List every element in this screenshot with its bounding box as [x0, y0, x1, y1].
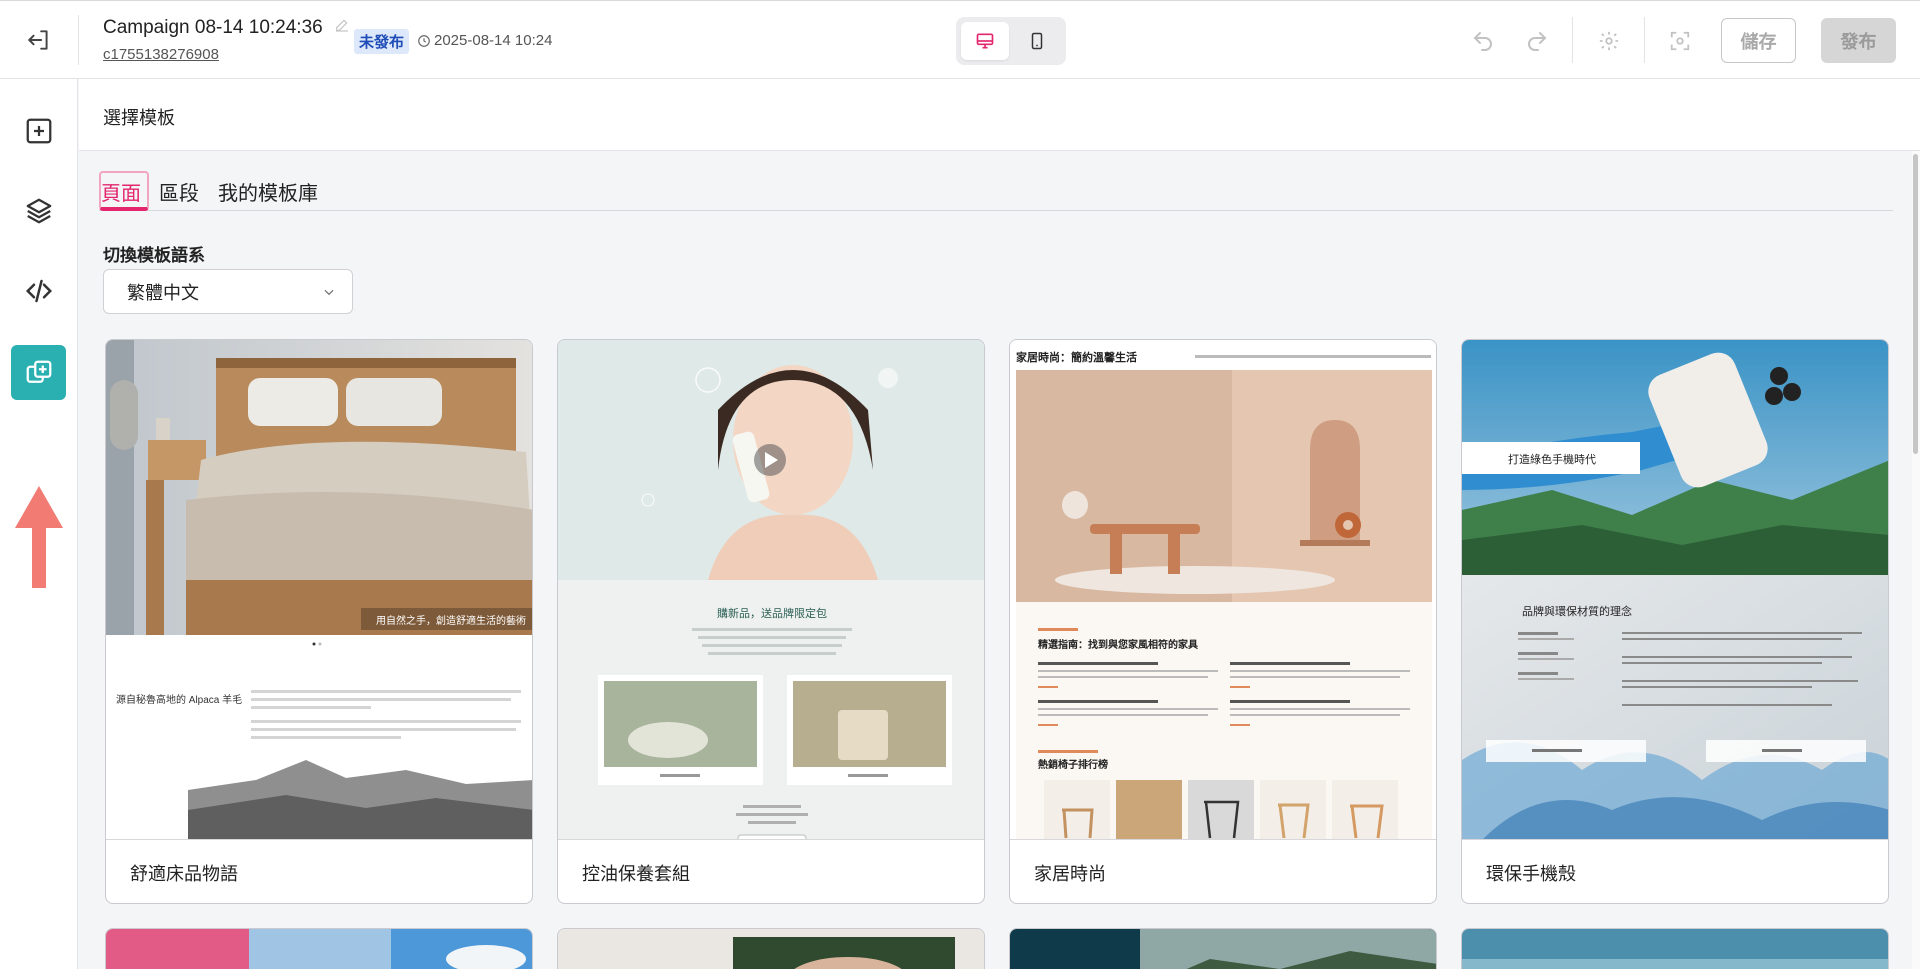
code-icon — [25, 279, 52, 302]
templates-icon — [26, 360, 51, 383]
template-thumbnail: 家居時尚：簡約溫馨生活 精選指南：找到與您家風相符的家具 熱銷椅子排行榜 — [1010, 340, 1436, 840]
layers-icon — [26, 198, 51, 223]
desktop-icon — [976, 33, 994, 49]
panel-header: 選擇模板 — [79, 79, 1920, 151]
add-block-button[interactable] — [11, 103, 66, 158]
home-preview-image: 家居時尚：簡約溫馨生活 精選指南：找到與您家風相符的家具 熱銷椅子排行榜 — [1010, 340, 1436, 839]
template-heading: 品牌與環保材質的理念 — [1522, 604, 1632, 618]
template-thumbnail — [106, 929, 532, 969]
hero-label: 打造綠色手機時代 — [1508, 452, 1596, 466]
mobile-view-button[interactable] — [1013, 22, 1061, 60]
pointer-arrow-icon — [15, 486, 63, 588]
language-label: 切換模板語系 — [103, 246, 205, 265]
save-button[interactable]: 儲存 — [1721, 18, 1796, 63]
ranking-heading: 熱銷椅子排行榜 — [1038, 758, 1108, 771]
template-name: 家居時尚 — [1034, 864, 1106, 884]
exit-button[interactable] — [22, 25, 56, 55]
language-select[interactable]: 繁體中文 — [103, 269, 353, 314]
template-name: 控油保養套組 — [582, 864, 690, 884]
template-tabs: 頁面 區段 我的模板庫 — [99, 171, 1893, 211]
left-rail — [0, 79, 78, 969]
guide-heading: 精選指南：找到與您家風相符的家具 — [1038, 638, 1198, 651]
exit-icon — [28, 30, 48, 50]
content-scrollbar-thumb[interactable] — [1913, 154, 1918, 454]
tab-sections[interactable]: 區段 — [159, 177, 199, 206]
template-card-bedding[interactable]: 用自然之手，創造舒適生活的藝術 源自秘魯高地的 Alpaca 羊毛 舒適床品物語 — [105, 339, 533, 904]
campaign-id-link[interactable]: c1755138276908 — [103, 46, 219, 63]
bedding-preview-image: 用自然之手，創造舒適生活的藝術 源自秘魯高地的 Alpaca 羊毛 — [106, 340, 532, 839]
phone-case-preview-image: 打造綠色手機時代 品牌與環保材質的理念 — [1462, 340, 1888, 839]
screenshot-preview-button[interactable] — [1664, 25, 1696, 57]
gear-icon — [1599, 31, 1619, 51]
edit-icon — [336, 19, 348, 32]
template-thumbnail — [558, 929, 984, 969]
edit-title-button[interactable] — [334, 17, 350, 39]
mobile-icon — [1031, 32, 1043, 50]
template-card-row2-4[interactable] — [1461, 928, 1889, 969]
divider — [1572, 17, 1573, 63]
tab-my-templates[interactable]: 我的模板庫 — [218, 177, 318, 206]
tab-pages[interactable]: 頁面 — [101, 177, 141, 206]
settings-button[interactable] — [1593, 25, 1625, 57]
template-card-eco-phone-case[interactable]: 打造綠色手機時代 品牌與環保材質的理念 環保手機殼 — [1461, 339, 1889, 904]
last-saved-timestamp: 2025-08-14 10:24 — [417, 32, 552, 49]
template-thumbnail: 用自然之手，創造舒適生活的藝術 源自秘魯高地的 Alpaca 羊毛 — [106, 340, 532, 840]
template-card-row2-1[interactable] — [105, 928, 533, 969]
layers-button[interactable] — [11, 183, 66, 238]
divider — [1644, 17, 1645, 63]
divider — [78, 15, 79, 65]
redo-button[interactable] — [1521, 25, 1553, 57]
templates-button[interactable] — [11, 345, 66, 400]
template-heading: 購新品，送品牌限定包 — [717, 606, 827, 620]
top-bar: Campaign 08-14 10:24:36 c1755138276908 未… — [0, 0, 1920, 79]
panel-title: 選擇模板 — [103, 108, 175, 128]
template-thumbnail — [1462, 929, 1888, 969]
template-name: 舒適床品物語 — [130, 864, 238, 884]
history-clock-icon — [418, 34, 430, 47]
device-toggle — [956, 17, 1066, 65]
template-heading: 家居時尚：簡約溫馨生活 — [1016, 350, 1137, 364]
add-block-icon — [26, 118, 51, 143]
timestamp-text: 2025-08-14 10:24 — [434, 32, 553, 49]
template-card-row2-3[interactable] — [1009, 928, 1437, 969]
campaign-title: Campaign 08-14 10:24:36 — [103, 17, 350, 39]
skincare-preview-image: 購新品，送品牌限定包 — [558, 340, 984, 839]
hero-caption: 用自然之手，創造舒適生活的藝術 — [376, 614, 526, 627]
undo-button[interactable] — [1467, 25, 1499, 57]
template-thumbnail — [1010, 929, 1436, 969]
code-button[interactable] — [11, 263, 66, 318]
status-badge: 未發布 — [354, 29, 410, 54]
redo-icon — [1528, 32, 1547, 51]
template-card-row2-2[interactable] — [557, 928, 985, 969]
language-value: 繁體中文 — [127, 282, 199, 303]
template-name: 環保手機殼 — [1486, 864, 1576, 884]
publish-button[interactable]: 發布 — [1821, 18, 1896, 63]
focus-icon — [1670, 31, 1690, 51]
chevron-down-icon — [324, 289, 334, 296]
desktop-view-button[interactable] — [961, 22, 1009, 60]
template-thumbnail: 打造綠色手機時代 品牌與環保材質的理念 — [1462, 340, 1888, 840]
template-subheading: 源自秘魯高地的 Alpaca 羊毛 — [116, 693, 242, 706]
template-card-home-fashion[interactable]: 家居時尚：簡約溫馨生活 精選指南：找到與您家風相符的家具 熱銷椅子排行榜 家居時… — [1009, 339, 1437, 904]
campaign-title-text: Campaign 08-14 10:24:36 — [103, 17, 323, 39]
undo-icon — [1473, 32, 1492, 51]
template-thumbnail: 購新品，送品牌限定包 — [558, 340, 984, 840]
template-card-skincare[interactable]: 購新品，送品牌限定包 控油保養套組 — [557, 339, 985, 904]
template-browser: 頁面 區段 我的模板庫 切換模板語系 繁體中文 用自然之手，創造舒適生活的藝術 … — [79, 151, 1899, 969]
